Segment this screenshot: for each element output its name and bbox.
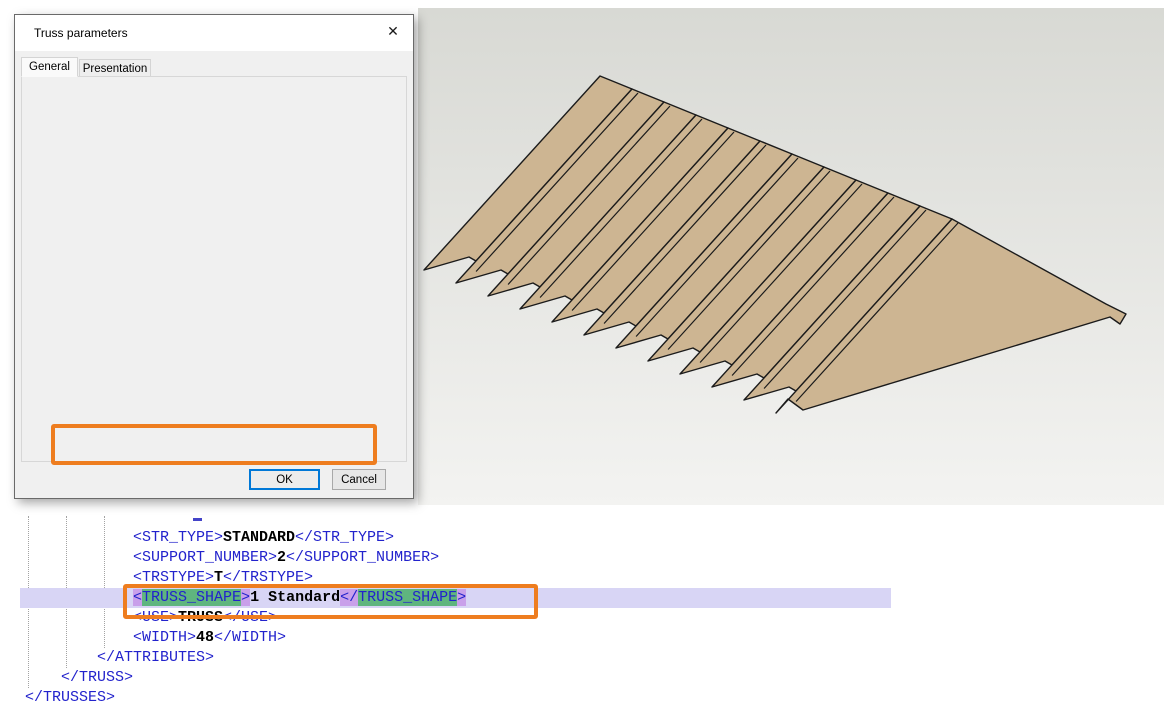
dialog-titlebar: Truss parameters xyxy=(15,15,413,51)
truss-3d-model xyxy=(418,8,1164,505)
truss-parameters-dialog: Truss parameters ✕ General Presentation … xyxy=(14,14,414,499)
xml-line-attributes-close: </ATTRIBUTES> xyxy=(20,648,855,668)
xml-line-trstype: <TRSTYPE>T</TRSTYPE> xyxy=(20,568,891,588)
xml-line-truss-shape-highlighted: <TRUSS_SHAPE>1 Standard</TRUSS_SHAPE> xyxy=(20,588,891,608)
xml-line-truss-close: </TRUSS> xyxy=(20,668,819,688)
xml-line-support-number: <SUPPORT_NUMBER>2</SUPPORT_NUMBER> xyxy=(20,548,891,568)
xml-code-view[interactable]: <STR_TYPE>STANDARD</STR_TYPE> <SUPPORT_N… xyxy=(0,512,1164,709)
xml-line-use: <USE>TRUSS</USE> xyxy=(20,608,891,628)
xml-line-str-type: <STR_TYPE>STANDARD</STR_TYPE> xyxy=(20,528,891,548)
clipped-text-fragment xyxy=(193,518,202,521)
dialog-title: Truss parameters xyxy=(34,26,128,40)
cancel-button[interactable]: Cancel xyxy=(332,469,386,490)
xml-line-width: <WIDTH>48</WIDTH> xyxy=(20,628,891,648)
ok-button[interactable]: OK xyxy=(249,469,320,490)
tab-presentation[interactable]: Presentation xyxy=(79,59,151,77)
tab-page-general xyxy=(21,76,407,462)
model-viewport[interactable] xyxy=(418,8,1164,505)
close-icon[interactable]: ✕ xyxy=(377,18,409,46)
tab-general[interactable]: General xyxy=(21,57,78,77)
xml-line-trusses-close: </TRUSSES> xyxy=(20,688,783,708)
